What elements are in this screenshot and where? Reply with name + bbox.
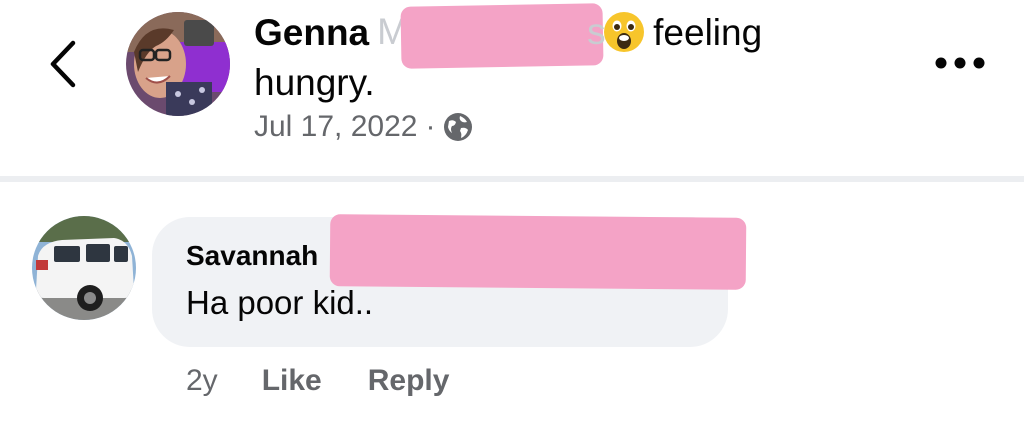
commenter-avatar-photo bbox=[32, 216, 136, 320]
like-button[interactable]: Like bbox=[262, 364, 322, 398]
more-options-button[interactable] bbox=[928, 48, 992, 78]
ellipsis-icon bbox=[935, 57, 985, 69]
redaction-mark bbox=[329, 214, 747, 290]
reply-button[interactable]: Reply bbox=[368, 364, 450, 398]
comment-actions: 2y Like Reply bbox=[186, 364, 495, 398]
redacted-author-surname: Mas bbox=[373, 3, 606, 69]
redaction-mark bbox=[400, 3, 604, 69]
redacted-commenter-surname: Le bbox=[328, 214, 748, 290]
redaction-residue-right: s bbox=[587, 11, 606, 52]
meta-separator: · bbox=[425, 110, 436, 143]
post-headline: GennaMas feeling hungry. bbox=[254, 3, 894, 108]
post-comment-screen: GennaMas feeling hungry. Jul 17, 2022 · bbox=[0, 0, 1024, 427]
avatar[interactable] bbox=[126, 12, 230, 116]
comment-author-name[interactable]: Savannah bbox=[186, 240, 318, 272]
back-button[interactable] bbox=[40, 36, 84, 92]
feeling-value: hungry. bbox=[254, 62, 375, 103]
comment-age: 2y bbox=[186, 364, 218, 397]
avatar-photo bbox=[126, 12, 230, 116]
post-meta: Jul 17, 2022 · bbox=[254, 110, 473, 144]
section-divider bbox=[0, 176, 1024, 182]
commenter-avatar[interactable] bbox=[32, 216, 136, 320]
comment-text: Ha poor kid.. bbox=[186, 284, 374, 321]
post-author-name[interactable]: Genna bbox=[254, 12, 369, 53]
feeling-text: feeling bbox=[653, 12, 763, 53]
scared-face-emoji-icon bbox=[604, 12, 645, 52]
globe-icon bbox=[444, 113, 473, 141]
post-date[interactable]: Jul 17, 2022 bbox=[254, 110, 417, 144]
chevron-left-icon bbox=[50, 40, 76, 88]
